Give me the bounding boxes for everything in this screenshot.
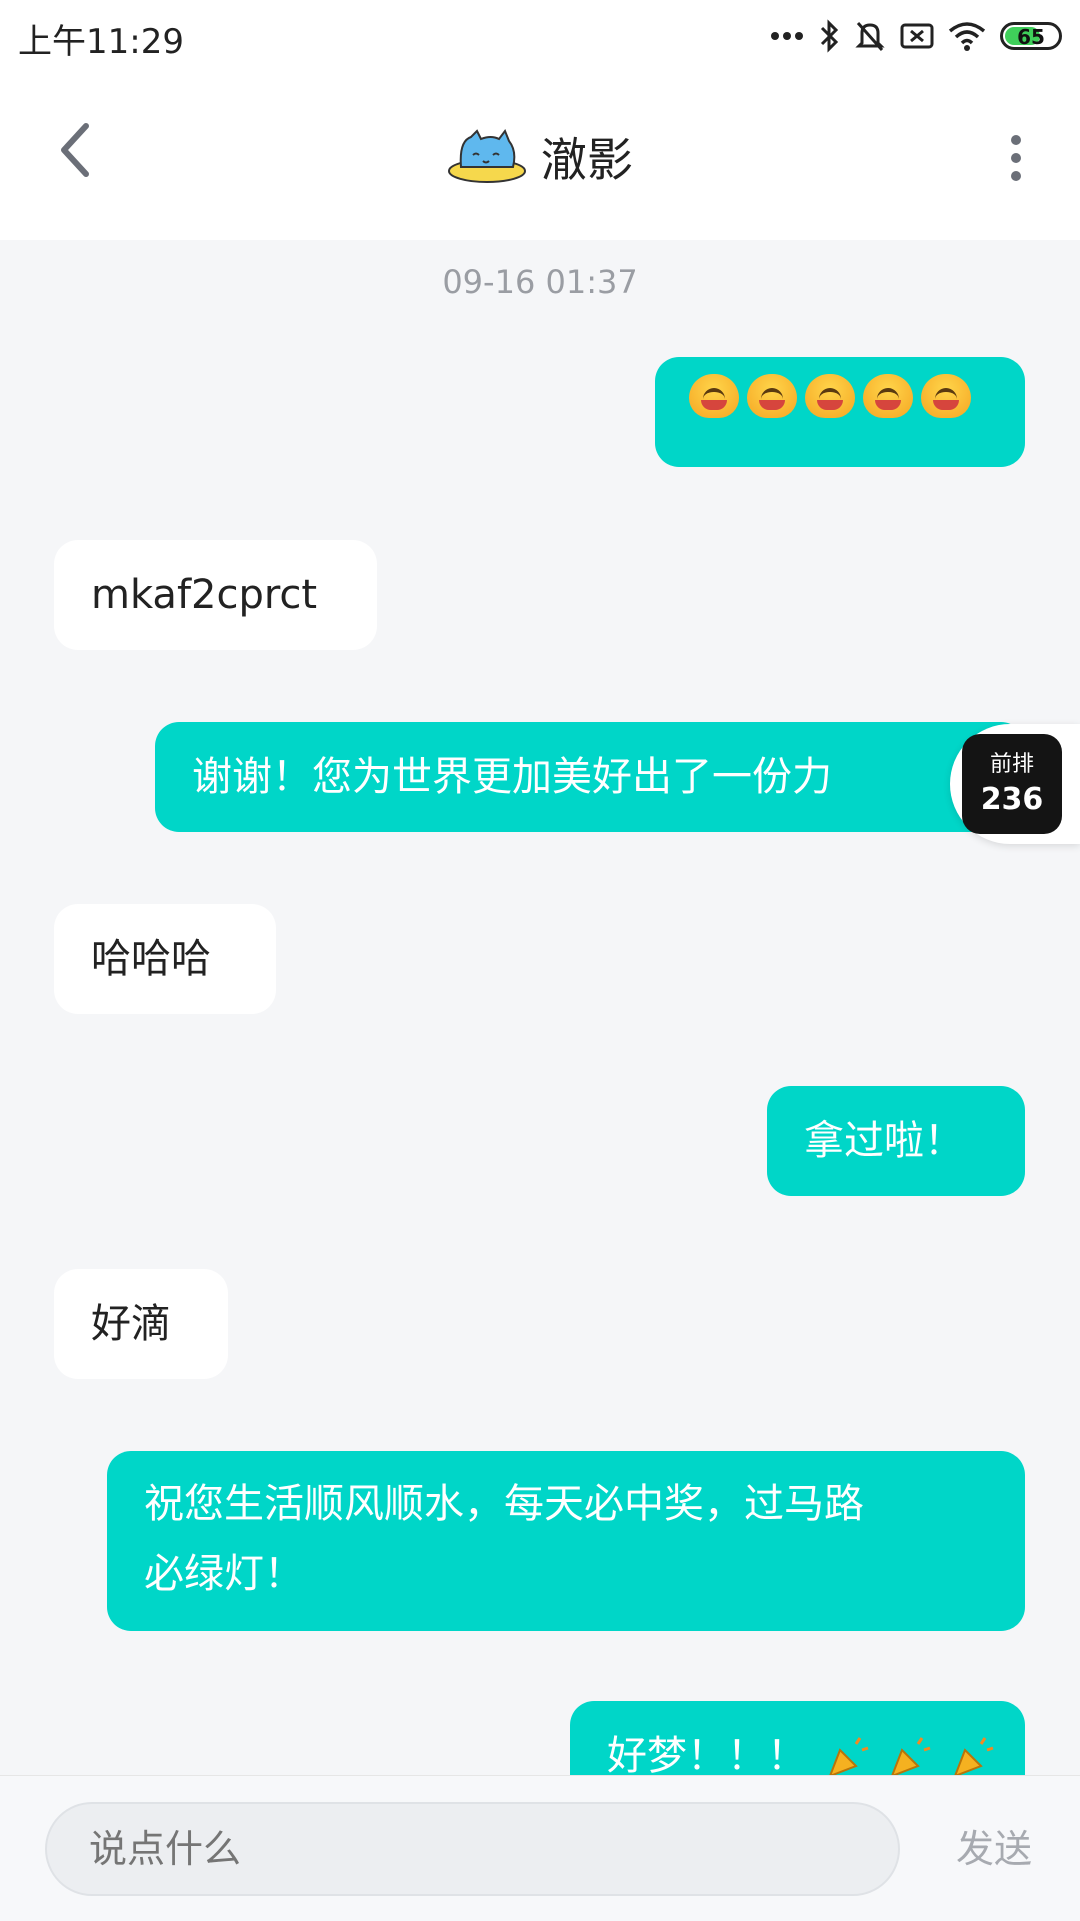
chat-title: 澈影: [0, 122, 1080, 192]
battery-level: 65: [1017, 25, 1045, 49]
message-text-line: 祝您生活顺风顺水，每天必中奖，过马路: [144, 1481, 864, 1527]
bluetooth-icon: [818, 19, 840, 53]
message-text: 好滴: [91, 1301, 171, 1347]
more-vertical-icon: [1011, 135, 1021, 181]
floating-rank-badge[interactable]: 前排 236: [950, 724, 1080, 844]
status-icons: 65: [770, 12, 1062, 60]
message-text: 哈哈哈: [91, 936, 211, 982]
rank-badge-label: 前排: [989, 752, 1034, 777]
laughing-face-emoji: [689, 374, 739, 418]
mute-bell-icon: [854, 19, 886, 53]
laughing-face-emoji: [863, 374, 913, 418]
message-bubble-incoming[interactable]: mkaf2cprct: [54, 540, 377, 650]
message-bubble-outgoing[interactable]: 好梦！！！: [570, 1701, 1025, 1775]
message-text: 好梦！！！: [607, 1733, 807, 1775]
battery-icon: 65: [1000, 22, 1062, 50]
page-title: 澈影: [541, 133, 633, 187]
laughing-face-emoji: [747, 374, 797, 418]
laughing-face-emoji: [805, 374, 855, 418]
more-options-button[interactable]: [996, 128, 1036, 188]
emoji-row: [689, 357, 1025, 418]
message-bubble-outgoing[interactable]: 拿过啦！: [767, 1086, 1025, 1196]
input-bar: 发送: [0, 1775, 1080, 1921]
message-text: 谢谢！您为世界更加美好出了一份力: [192, 754, 832, 800]
rank-badge-card: 前排 236: [962, 734, 1062, 834]
message-bubble-outgoing[interactable]: 祝您生活顺风顺水，每天必中奖，过马路 必绿灯！: [107, 1451, 1025, 1631]
chat-messages[interactable]: 09-16 01:37 mkaf2cprct 谢谢！您为世界更加美好出了一份力 …: [0, 240, 1080, 1775]
message-bubble-incoming[interactable]: 哈哈哈: [54, 904, 276, 1014]
status-time: 上午11:29: [18, 22, 184, 62]
cat-avatar-icon: [448, 128, 526, 183]
message-bubble-outgoing[interactable]: 谢谢！您为世界更加美好出了一份力: [155, 722, 1025, 832]
status-bar: 上午11:29 65: [0, 0, 1080, 72]
message-bubble-incoming[interactable]: 好滴: [54, 1269, 228, 1379]
party-popper-icon: [829, 1737, 869, 1775]
message-bubble-outgoing[interactable]: [655, 357, 1025, 467]
message-text: mkaf2cprct: [91, 572, 318, 618]
chat-header: 澈影: [0, 72, 1080, 240]
send-button[interactable]: 发送: [956, 1802, 1032, 1896]
laughing-face-emoji: [921, 374, 971, 418]
no-sim-icon: [900, 22, 934, 50]
message-text: 拿过啦！: [804, 1118, 964, 1164]
wifi-icon: [948, 21, 986, 51]
rank-badge-count: 236: [980, 782, 1044, 817]
party-popper-icon: [891, 1737, 931, 1775]
message-input[interactable]: [45, 1802, 900, 1896]
message-text-line: 必绿灯！: [144, 1551, 304, 1597]
party-popper-icon: [954, 1737, 994, 1775]
more-dots-icon: [770, 31, 804, 41]
message-timestamp: 09-16 01:37: [442, 263, 638, 301]
